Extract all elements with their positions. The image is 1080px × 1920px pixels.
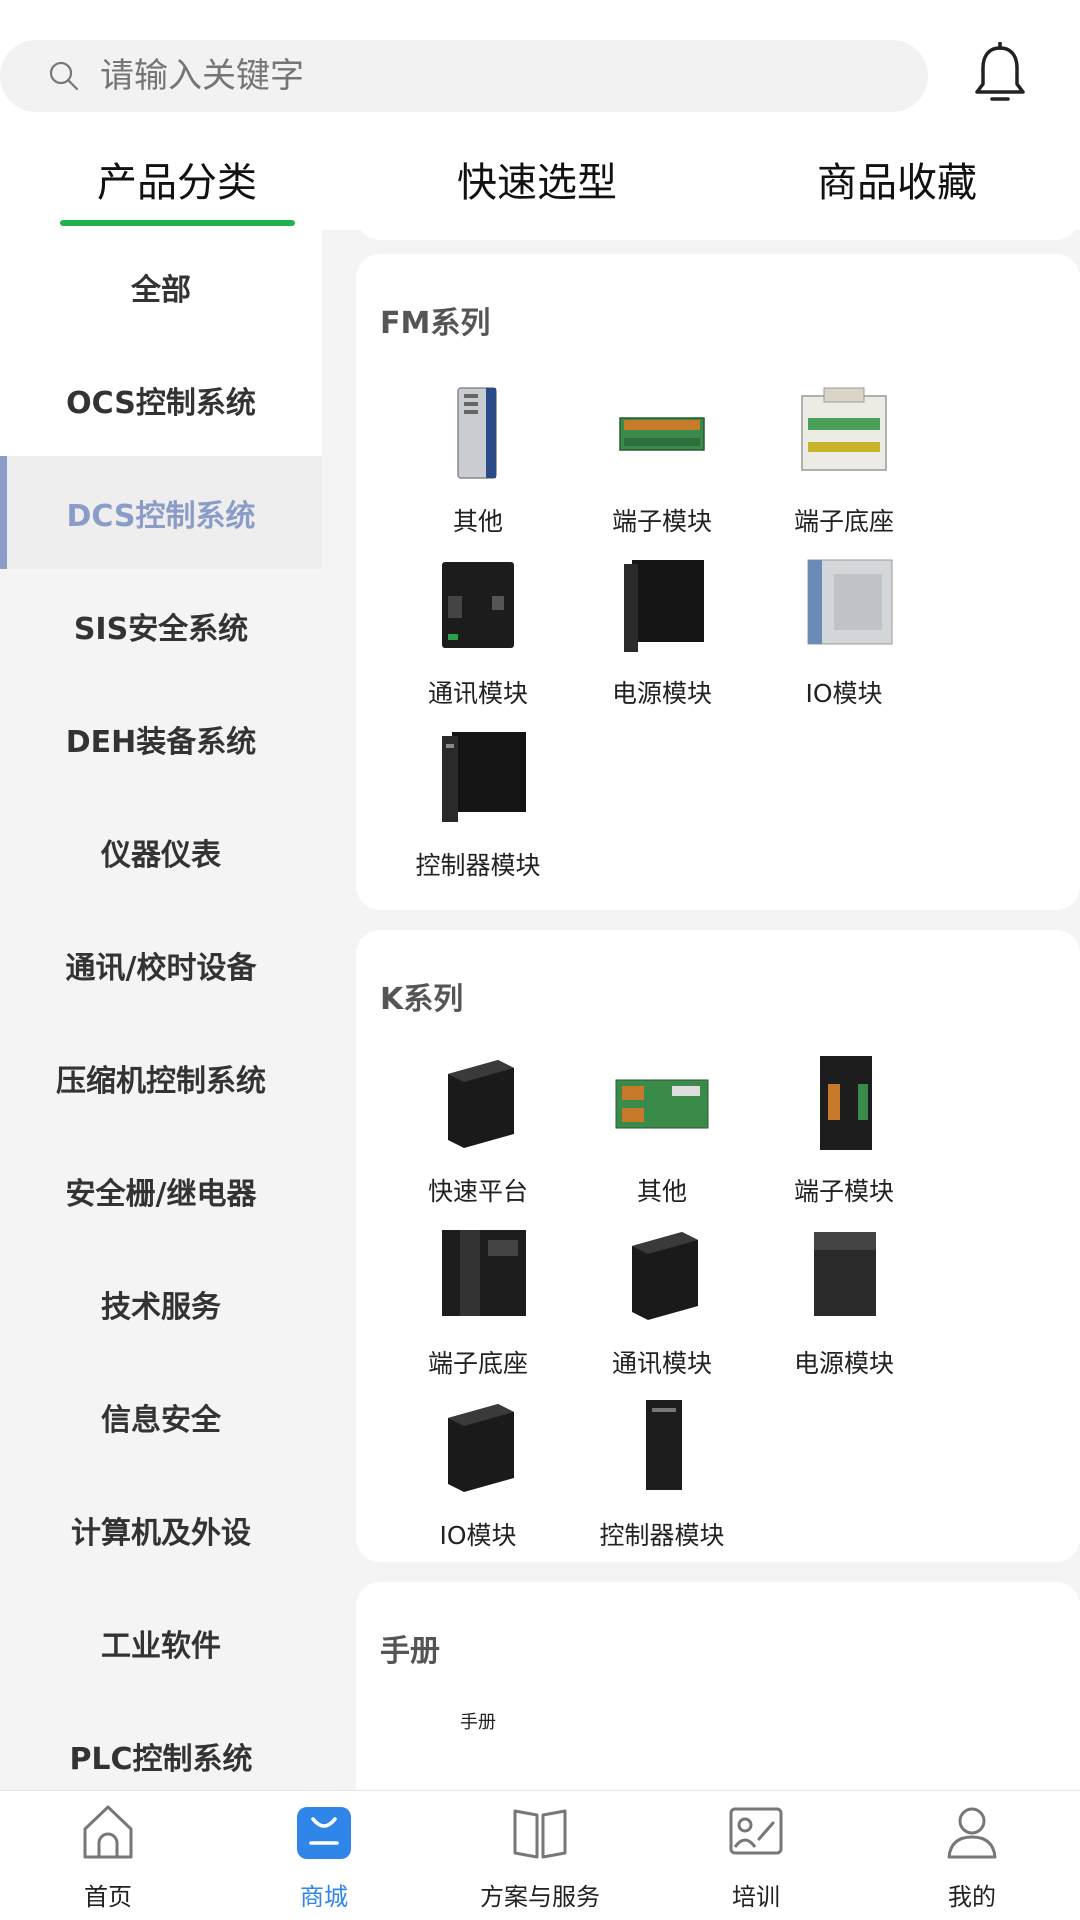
sidebar-item-safety-barrier[interactable]: 安全栅/继电器 bbox=[0, 1134, 322, 1247]
sidebar-item-dcs[interactable]: DCS控制系统 bbox=[0, 456, 322, 569]
nav-training[interactable]: 培训 bbox=[648, 1801, 864, 1912]
terminal-base-image bbox=[801, 387, 887, 471]
category-tabs: 产品分类 快速选型 商品收藏 bbox=[0, 140, 1080, 230]
training-icon bbox=[729, 1807, 783, 1855]
section-title: K系列 bbox=[380, 982, 464, 1017]
bottom-navigation: 首页 商城 方案与服务 培训 我的 bbox=[0, 1790, 1080, 1920]
section-title: FM系列 bbox=[380, 306, 491, 341]
section-card-manual: 手册 手册 bbox=[356, 1582, 1080, 1790]
gray-module-image bbox=[457, 387, 497, 479]
product-item[interactable]: 电源模块 bbox=[734, 1226, 954, 1380]
nav-solutions[interactable]: 方案与服务 bbox=[432, 1801, 648, 1912]
previous-card-edge bbox=[356, 230, 1080, 240]
product-content: FM系列 其他 端子模块 端子底座 通讯模块 电源模块 IO模块 控制器模块 K… bbox=[322, 230, 1080, 1790]
nav-label: 方案与服务 bbox=[480, 1883, 600, 1911]
sidebar-item-software[interactable]: 工业软件 bbox=[0, 1586, 322, 1699]
mall-icon bbox=[297, 1807, 351, 1859]
product-item[interactable]: 端子模块 bbox=[734, 1054, 954, 1208]
category-sidebar: 全部 OCS控制系统 DCS控制系统 SIS安全系统 DEH装备系统 仪器仪表 … bbox=[0, 230, 322, 1790]
sidebar-item-comm-timing[interactable]: 通讯/校时设备 bbox=[0, 908, 322, 1021]
product-label: 控制器模块 bbox=[599, 1521, 725, 1550]
nav-mall[interactable]: 商城 bbox=[216, 1801, 432, 1912]
sidebar-item-computer[interactable]: 计算机及外设 bbox=[0, 1473, 322, 1586]
search-input[interactable] bbox=[100, 40, 880, 112]
sidebar-item-deh[interactable]: DEH装备系统 bbox=[0, 682, 322, 795]
tab-favorites[interactable]: 商品收藏 bbox=[747, 150, 1047, 208]
product-item[interactable]: IO模块 bbox=[734, 556, 954, 710]
product-label: 端子底座 bbox=[793, 507, 894, 536]
home-icon bbox=[83, 1805, 133, 1859]
sidebar-item-all[interactable]: 全部 bbox=[0, 230, 322, 343]
nav-mine[interactable]: 我的 bbox=[864, 1801, 1080, 1912]
section-title: 手册 bbox=[380, 1634, 440, 1669]
active-tab-underline bbox=[60, 220, 295, 226]
product-item[interactable]: 手册 bbox=[368, 1708, 588, 1734]
black-controller-module-image bbox=[646, 1400, 682, 1490]
black-power-module-image bbox=[814, 1232, 876, 1316]
nav-label: 首页 bbox=[84, 1883, 132, 1911]
search-icon bbox=[49, 61, 79, 91]
sidebar-item-ocs[interactable]: OCS控制系统 bbox=[0, 343, 322, 456]
bell-icon[interactable] bbox=[972, 42, 1028, 104]
green-terminal-board-image bbox=[619, 417, 705, 451]
product-item[interactable]: 控制器模块 bbox=[552, 1398, 772, 1552]
sidebar-item-instruments[interactable]: 仪器仪表 bbox=[0, 795, 322, 908]
sidebar-item-sis[interactable]: SIS安全系统 bbox=[0, 569, 322, 682]
black-module-image bbox=[448, 1060, 514, 1148]
black-controller-module-image bbox=[442, 732, 526, 822]
book-icon bbox=[513, 1809, 567, 1859]
sidebar-item-info-security[interactable]: 信息安全 bbox=[0, 1360, 322, 1473]
product-label: 电源模块 bbox=[793, 1349, 894, 1378]
black-comm-module-image bbox=[442, 562, 514, 648]
sidebar-item-compressor[interactable]: 压缩机控制系统 bbox=[0, 1021, 322, 1134]
manual-image: 手册 bbox=[460, 1712, 496, 1733]
nav-label: 我的 bbox=[948, 1883, 996, 1911]
section-card-k: K系列 快速平台 其他 端子模块 端子底座 通讯模块 电源模块 IO模块 控制器… bbox=[356, 930, 1080, 1562]
green-board-image bbox=[615, 1079, 709, 1129]
gray-io-module-image bbox=[807, 559, 893, 645]
user-icon bbox=[947, 1807, 997, 1859]
black-power-module-image bbox=[624, 560, 704, 652]
black-comm-module-image bbox=[632, 1232, 698, 1320]
product-label: 端子模块 bbox=[793, 1177, 894, 1206]
search-bar[interactable] bbox=[0, 40, 928, 112]
nav-label: 培训 bbox=[732, 1883, 780, 1911]
nav-home[interactable]: 首页 bbox=[0, 1801, 216, 1912]
top-bar bbox=[0, 0, 1080, 140]
tab-quick-selection[interactable]: 快速选型 bbox=[387, 150, 687, 208]
black-terminal-module-image bbox=[820, 1056, 872, 1150]
black-terminal-base-image bbox=[442, 1230, 526, 1316]
product-item[interactable]: 控制器模块 bbox=[368, 728, 588, 882]
section-card-fm: FM系列 其他 端子模块 端子底座 通讯模块 电源模块 IO模块 控制器模块 bbox=[356, 254, 1080, 910]
product-label: IO模块 bbox=[805, 679, 883, 708]
sidebar-item-tech-service[interactable]: 技术服务 bbox=[0, 1247, 322, 1360]
product-item[interactable]: 端子底座 bbox=[734, 384, 954, 538]
product-label: 控制器模块 bbox=[415, 851, 541, 880]
tab-product-category[interactable]: 产品分类 bbox=[27, 150, 327, 208]
black-io-module-image bbox=[448, 1404, 514, 1492]
nav-label: 商城 bbox=[300, 1883, 348, 1911]
